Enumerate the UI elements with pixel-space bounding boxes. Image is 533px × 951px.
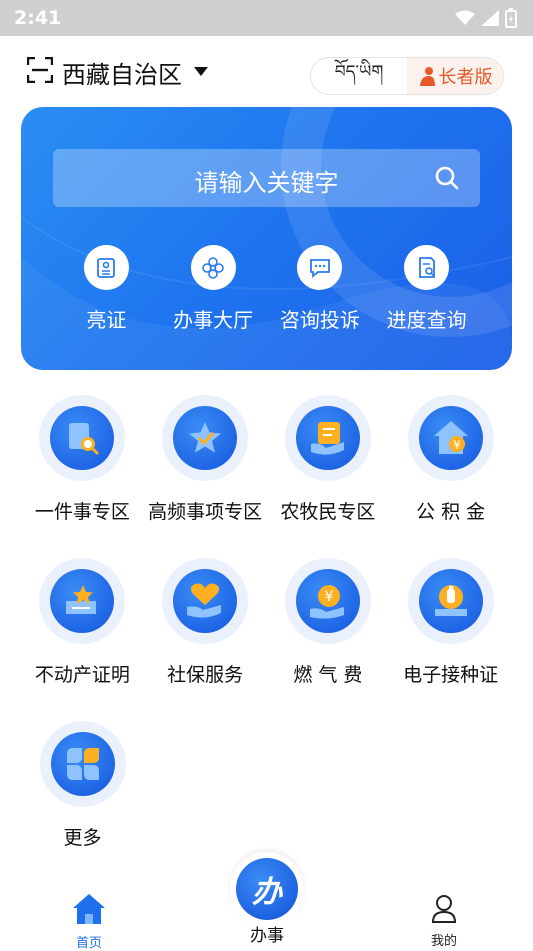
vaccine-badge-icon xyxy=(418,569,483,633)
status-icons xyxy=(455,8,517,28)
service-property-certificate[interactable]: 不动产证明 xyxy=(21,558,144,721)
star-certificate-icon xyxy=(50,569,115,633)
language-mode-switch: བོད་ཡིག 长者版 xyxy=(310,57,504,95)
svg-text:¥: ¥ xyxy=(324,589,333,605)
user-icon xyxy=(431,895,457,923)
service-label: 公 积 金 xyxy=(416,501,486,523)
quick-action-progress-query[interactable]: 进度查询 xyxy=(373,245,480,345)
service-more[interactable]: 更多 xyxy=(21,721,144,884)
tab-mine-label: 我的 xyxy=(430,934,457,949)
house-yen-icon: ¥ xyxy=(418,406,483,470)
service-label: 更多 xyxy=(63,827,102,849)
status-bar: 2:41 xyxy=(0,0,533,36)
service-social-security[interactable]: 社保服务 xyxy=(144,558,267,721)
tab-services-button[interactable]: 办 xyxy=(230,852,304,926)
chevron-down-icon[interactable] xyxy=(194,67,208,76)
quick-action-label: 进度查询 xyxy=(386,308,467,332)
document-search-icon xyxy=(404,245,450,290)
id-card-icon xyxy=(83,245,129,290)
quick-action-label: 办事大厅 xyxy=(173,308,254,332)
service-gas-fee[interactable]: ¥ 燃 气 费 xyxy=(267,558,390,721)
hand-document-icon xyxy=(295,406,360,470)
service-label: 高频事项专区 xyxy=(148,501,263,523)
quick-actions: 亮证 办事大厅 咨询投诉 进度查询 xyxy=(53,245,480,345)
search-icon[interactable] xyxy=(434,165,460,191)
service-vaccination-certificate[interactable]: 电子接种证 xyxy=(389,558,512,721)
hand-yen-coin-icon: ¥ xyxy=(295,569,360,633)
quick-action-label: 亮证 xyxy=(86,308,127,332)
hand-heart-icon xyxy=(173,569,238,633)
search-placeholder: 请输入关键字 xyxy=(194,169,339,197)
hero-banner: 请输入关键字 亮证 办事大厅 咨询投诉 进度查询 xyxy=(21,107,512,370)
quick-action-consult-complain[interactable]: 咨询投诉 xyxy=(267,245,374,345)
service-label: 一件事专区 xyxy=(34,501,130,523)
search-input[interactable]: 请输入关键字 xyxy=(53,149,480,207)
elder-mode-label: 长者版 xyxy=(438,67,493,88)
quick-action-service-hall[interactable]: 办事大厅 xyxy=(160,245,267,345)
quick-action-show-certificate[interactable]: 亮证 xyxy=(53,245,160,345)
flower-emblem-icon xyxy=(190,245,236,290)
quick-action-label: 咨询投诉 xyxy=(279,308,360,332)
service-high-frequency-zone[interactable]: 高频事项专区 xyxy=(144,395,267,558)
scan-icon[interactable] xyxy=(27,57,53,83)
service-label: 不动产证明 xyxy=(34,664,130,686)
service-housing-fund[interactable]: ¥ 公 积 金 xyxy=(389,395,512,558)
service-label: 社保服务 xyxy=(167,664,244,686)
status-time: 2:41 xyxy=(14,7,62,29)
elder-person-icon xyxy=(419,67,435,86)
wifi-icon xyxy=(455,10,475,25)
star-badge-icon xyxy=(173,406,238,470)
tibetan-language-button[interactable]: བོད་ཡིག xyxy=(311,58,407,94)
battery-icon xyxy=(505,8,517,28)
signal-icon xyxy=(481,10,499,26)
home-icon xyxy=(73,894,105,924)
tab-home-label: 首页 xyxy=(75,936,102,951)
service-label: 燃 气 费 xyxy=(293,664,363,686)
service-grid: 一件事专区 高频事项专区 农牧民专区 ¥ 公 积 金 不动产证明 社保服务 ¥ … xyxy=(21,395,512,884)
service-emblem-glyph: 办 xyxy=(252,875,282,910)
service-label: 农牧民专区 xyxy=(280,501,376,523)
four-petal-more-icon xyxy=(50,732,115,796)
top-bar: 西藏自治区 བོད་ཡིག 长者版 xyxy=(0,36,533,108)
tab-services-label: 办事 xyxy=(250,926,284,946)
tab-home[interactable]: 首页 xyxy=(62,892,116,951)
svg-text:¥: ¥ xyxy=(453,438,461,452)
document-magnifier-icon xyxy=(50,406,115,470)
service-farmers-herders-zone[interactable]: 农牧民专区 xyxy=(267,395,390,558)
service-emblem-icon: 办 xyxy=(236,858,298,920)
tab-mine[interactable]: 我的 xyxy=(417,894,471,949)
service-one-thing-zone[interactable]: 一件事专区 xyxy=(21,395,144,558)
elder-mode-button[interactable]: 长者版 xyxy=(407,58,503,94)
service-label: 电子接种证 xyxy=(403,664,499,686)
chat-bubble-icon xyxy=(297,245,343,290)
region-selector[interactable]: 西藏自治区 xyxy=(62,55,182,90)
